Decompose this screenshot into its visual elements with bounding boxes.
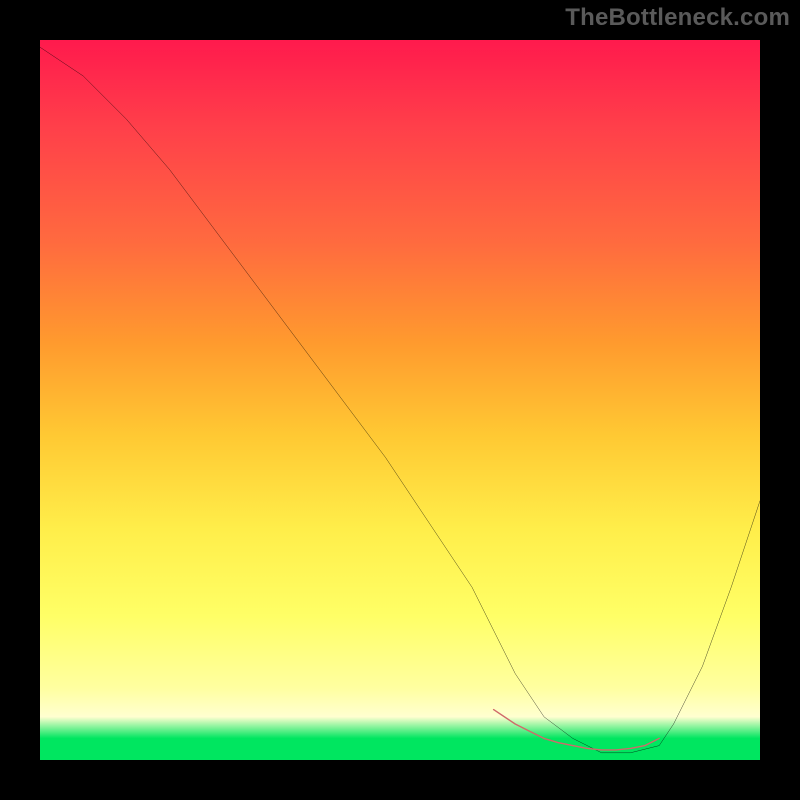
watermark-text: TheBottleneck.com [565, 4, 790, 32]
curve-layer [40, 40, 760, 760]
plot-area [40, 40, 760, 760]
chart-frame: TheBottleneck.com [0, 0, 800, 800]
bottleneck-curve [40, 47, 760, 753]
optimal-segment [494, 710, 660, 750]
